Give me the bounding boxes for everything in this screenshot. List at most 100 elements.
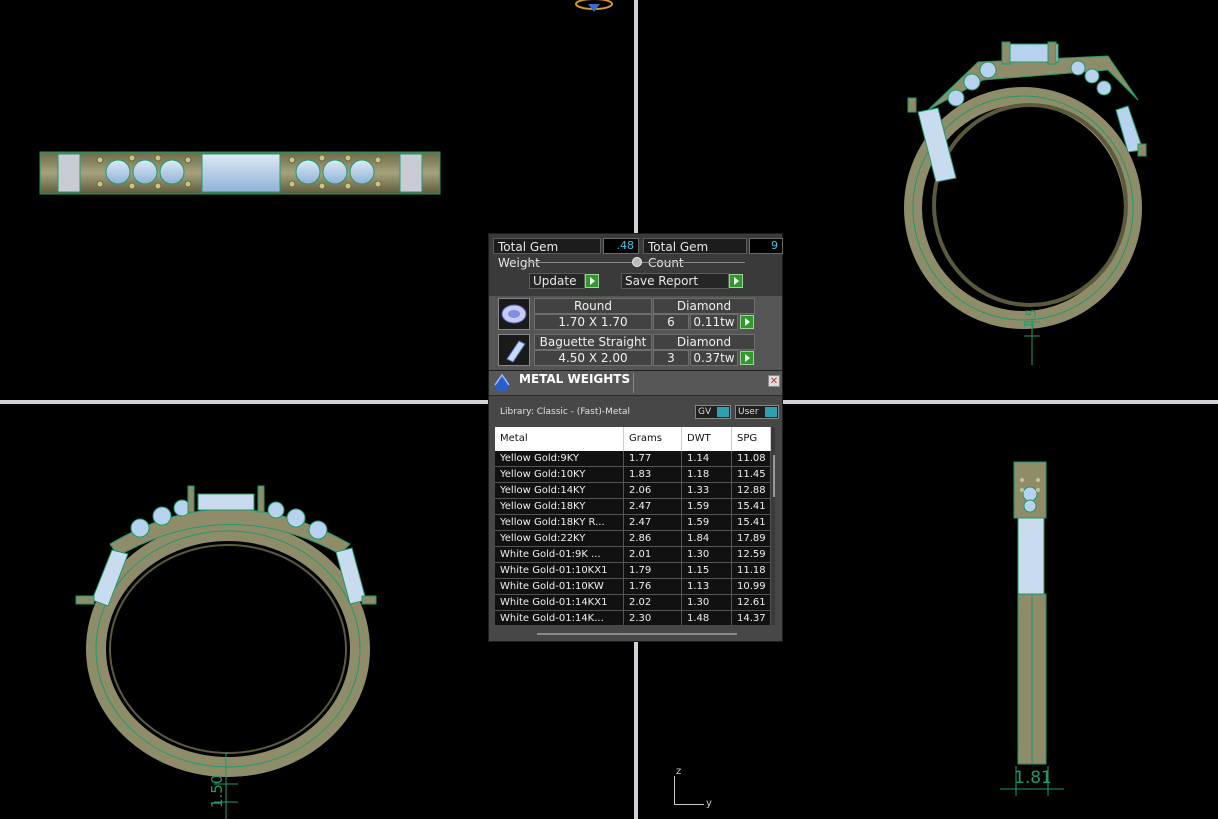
gem-go-icon[interactable]: [740, 315, 754, 329]
table-row[interactable]: Yellow Gold:10KY 1.83 1.18 11.45: [495, 467, 771, 483]
gem-material: Diamond: [653, 298, 755, 314]
update-button[interactable]: Update: [529, 273, 585, 289]
cell-spg: 11.08: [732, 451, 771, 467]
toggle-knob-icon: [717, 407, 729, 417]
metal-weights-header[interactable]: METAL WEIGHTS ✕: [489, 371, 782, 396]
gem-list: Round Diamond 1.70 X 1.70 6 0.11tw Bague…: [489, 296, 782, 372]
gv-toggle-label: GV: [698, 407, 712, 417]
gem-shape: Baguette Straight: [534, 334, 652, 350]
table-row[interactable]: White Gold-01:10KX1 1.79 1.15 11.18: [495, 563, 771, 579]
cell-dwt: 1.59: [682, 515, 732, 531]
cell-metal: Yellow Gold:22KY: [495, 531, 624, 547]
cell-dwt: 1.30: [682, 595, 732, 611]
column-header-grams[interactable]: Grams: [624, 427, 682, 451]
table-header: Metal Grams DWT SPG: [495, 427, 771, 451]
metal-weights-panel: METAL WEIGHTS ✕ Library: Classic - (Fast…: [488, 370, 783, 642]
front-dimension-label: 1.50: [208, 774, 226, 808]
cell-metal: White Gold-01:14KX1: [495, 595, 624, 611]
cell-spg: 11.45: [732, 467, 771, 483]
cell-metal: Yellow Gold:18KY: [495, 499, 624, 515]
user-toggle[interactable]: User: [735, 405, 779, 419]
total-gem-weight-value[interactable]: .48: [603, 238, 639, 254]
table-row[interactable]: White Gold-01:14KX1 2.02 1.30 12.61: [495, 595, 771, 611]
cell-dwt: 1.18: [682, 467, 732, 483]
gem-shape: Round: [534, 298, 652, 314]
cell-metal: White Gold-01:10KX1: [495, 563, 624, 579]
cell-dwt: 1.33: [682, 483, 732, 499]
cell-spg: 15.41: [732, 499, 771, 515]
cell-dwt: 1.15: [682, 563, 732, 579]
update-go-icon[interactable]: [585, 274, 599, 288]
cell-grams: 1.79: [624, 563, 682, 579]
total-gem-weight-label: Total Gem Weight: [493, 238, 601, 270]
table-row[interactable]: Yellow Gold:18KY R... 2.47 1.59 15.41: [495, 515, 771, 531]
close-icon[interactable]: ✕: [768, 375, 780, 387]
table-row[interactable]: Yellow Gold:9KY 1.77 1.14 11.08: [495, 451, 771, 467]
gem-material: Diamond: [653, 334, 755, 350]
table-row[interactable]: Yellow Gold:18KY 2.47 1.59 15.41: [495, 499, 771, 515]
gem-row[interactable]: Baguette Straight Diamond 4.50 X 2.00 3 …: [498, 334, 781, 368]
gem-count: 3: [653, 350, 689, 366]
cell-grams: 1.76: [624, 579, 682, 595]
header-divider: [633, 373, 634, 393]
table-row[interactable]: White Gold-01:14K... 2.30 1.48 14.37: [495, 611, 771, 625]
table-row[interactable]: Yellow Gold:22KY 2.86 1.84 17.89: [495, 531, 771, 547]
gem-panel: Total Gem Weight .48 Total Gem Count 9 U…: [488, 233, 783, 372]
gem-size: 4.50 X 2.00: [534, 350, 652, 366]
cell-grams: 1.77: [624, 451, 682, 467]
vertical-scrollbar[interactable]: [771, 427, 775, 625]
horizontal-scrollbar[interactable]: [537, 633, 737, 635]
cell-dwt: 1.84: [682, 531, 732, 547]
cell-grams: 2.86: [624, 531, 682, 547]
column-header-dwt[interactable]: DWT: [682, 427, 732, 451]
table-row[interactable]: Yellow Gold:14KY 2.06 1.33 12.88: [495, 483, 771, 499]
axis-y-label: y: [706, 798, 712, 809]
scrollbar-thumb[interactable]: [773, 455, 775, 497]
gv-toggle[interactable]: GV: [695, 405, 731, 419]
cell-dwt: 1.30: [682, 547, 732, 563]
cell-spg: 12.61: [732, 595, 771, 611]
metal-weights-table: Metal Grams DWT SPG Yellow Gold:9KY 1.77 1…: [495, 427, 775, 625]
save-report-button[interactable]: Save Report: [621, 273, 729, 289]
gem-weight: 0.11tw: [690, 314, 738, 330]
metal-weights-icon: [491, 373, 513, 393]
cell-spg: 11.18: [732, 563, 771, 579]
cell-dwt: 1.59: [682, 499, 732, 515]
slider-handle-icon[interactable]: [632, 257, 642, 267]
gem-size: 1.70 X 1.70: [534, 314, 652, 330]
cell-dwt: 1.14: [682, 451, 732, 467]
cell-grams: 2.30: [624, 611, 682, 625]
library-label: Library: Classic - (Fast)-Metal: [500, 407, 631, 417]
baguette-gem-icon: [498, 334, 530, 366]
metal-weights-title: METAL WEIGHTS: [519, 372, 631, 386]
axis-indicator: z y: [674, 766, 714, 810]
total-gem-count-value[interactable]: 9: [749, 238, 783, 254]
gem-weight: 0.37tw: [690, 350, 738, 366]
axis-z-label: z: [676, 766, 682, 777]
cell-metal: White Gold-01:14K...: [495, 611, 624, 625]
cell-dwt: 1.48: [682, 611, 732, 625]
gem-row[interactable]: Round Diamond 1.70 X 1.70 6 0.11tw: [498, 298, 781, 332]
cell-spg: 10.99: [732, 579, 771, 595]
toggle-knob-icon: [765, 407, 777, 417]
column-header-spg[interactable]: SPG: [732, 427, 771, 451]
cell-metal: Yellow Gold:10KY: [495, 467, 624, 483]
cell-metal: White Gold-01:10KW: [495, 579, 624, 595]
total-gem-count-label: Total Gem Count: [643, 238, 747, 270]
cell-spg: 14.37: [732, 611, 771, 625]
cell-grams: 2.47: [624, 499, 682, 515]
cell-spg: 17.89: [732, 531, 771, 547]
table-row[interactable]: White Gold-01:9K ... 2.01 1.30 12.59: [495, 547, 771, 563]
cell-metal: White Gold-01:9K ...: [495, 547, 624, 563]
table-row[interactable]: White Gold-01:10KW 1.76 1.13 10.99: [495, 579, 771, 595]
column-header-metal[interactable]: Metal: [495, 427, 624, 451]
cell-metal: Yellow Gold:18KY R...: [495, 515, 624, 531]
round-gem-icon: [498, 298, 530, 330]
save-report-go-icon[interactable]: [729, 274, 743, 288]
user-toggle-label: User: [738, 407, 759, 417]
cell-dwt: 1.13: [682, 579, 732, 595]
cell-grams: 1.83: [624, 467, 682, 483]
cell-grams: 2.06: [624, 483, 682, 499]
cell-grams: 2.47: [624, 515, 682, 531]
gem-go-icon[interactable]: [740, 351, 754, 365]
